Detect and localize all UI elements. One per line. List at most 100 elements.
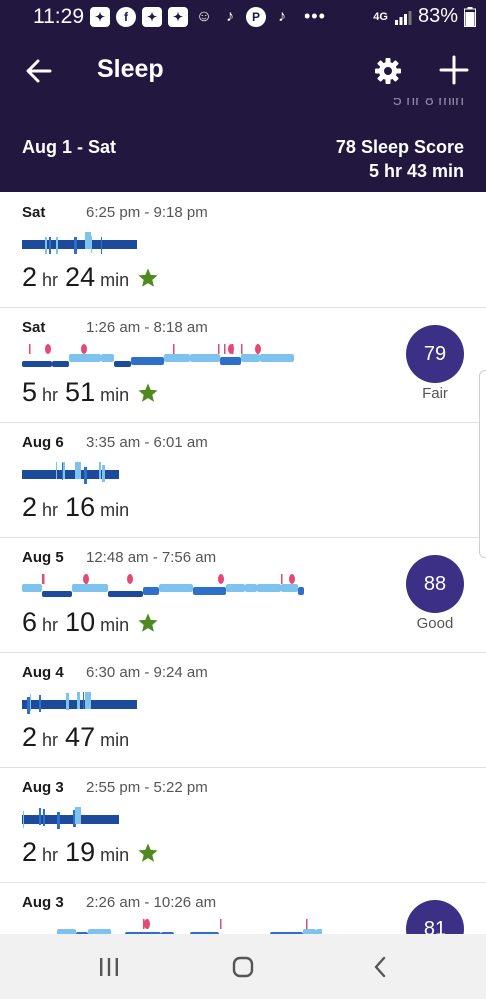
sleep-log-entry[interactable]: Aug 5 12:48 am - 7:56 am 6 hr 10 min 88 Good: [0, 537, 486, 653]
sleep-stage-segment: [159, 584, 193, 592]
sleep-score-label: Fair: [422, 385, 448, 402]
duration-hours-unit: hr: [42, 270, 59, 290]
sleep-stages-bar: [22, 344, 294, 367]
entry-duration: 6 hr 10 min: [22, 607, 159, 638]
entry-duration: 2 hr 19 min: [22, 837, 159, 868]
entry-duration: 5 hr 51 min: [22, 377, 159, 408]
entry-duration: 2 hr 47 min: [22, 722, 136, 753]
entry-time-range: 2:55 pm - 5:22 pm: [86, 779, 208, 796]
duration-minutes-unit: min: [100, 615, 130, 635]
sleep-stage-segment: [143, 587, 159, 595]
entry-day: Sat: [22, 319, 46, 336]
duration-minutes: 16: [65, 492, 96, 522]
status-right: 4G 83%: [373, 5, 476, 28]
sleep-stage-segment: [22, 361, 52, 367]
sleep-stage-segment: [101, 354, 114, 362]
duration-minutes: 47: [65, 722, 96, 752]
awake-marker: [86, 574, 88, 584]
sleep-stage-segment: [226, 584, 245, 592]
duration-minutes-unit: min: [100, 500, 130, 520]
entry-day: Aug 3: [22, 894, 64, 911]
entry-duration: 2 hr 16 min: [22, 492, 136, 523]
plus-icon[interactable]: [438, 54, 470, 86]
sleep-log-entry[interactable]: Aug 3 2:55 pm - 5:22 pm 2 hr 19 min: [0, 767, 486, 883]
awake-marker: [220, 919, 222, 929]
sleep-log-entry[interactable]: Sat 6:25 pm - 9:18 pm 2 hr 24 min: [0, 192, 486, 308]
awake-marker: [45, 344, 51, 354]
sleep-stage-segment: [298, 587, 304, 595]
fitbit-icon: ✦: [168, 6, 188, 27]
entry-day: Aug 4: [22, 664, 64, 681]
awake-marker: [81, 344, 87, 354]
entry-time-range: 6:30 am - 9:24 am: [86, 664, 208, 681]
fitbit-icon: ✦: [90, 6, 110, 27]
nav-back-icon[interactable]: [372, 956, 388, 978]
awake-marker: [241, 344, 243, 354]
duration-hours-unit: hr: [42, 845, 59, 865]
entry-time-range: 12:48 am - 7:56 am: [86, 549, 217, 566]
status-time: 11:29: [33, 5, 84, 28]
recent-apps-icon[interactable]: [98, 957, 120, 977]
sleep-stage-segment: [57, 812, 60, 829]
sleep-stages-bar: [57, 919, 322, 934]
duration-minutes-unit: min: [100, 845, 130, 865]
tiktok-icon: ♪: [226, 7, 234, 25]
sleep-stages-bar: [22, 807, 119, 829]
network-icon: 4G: [373, 10, 388, 23]
more-notifications-icon: •••: [304, 6, 326, 26]
duration-hours-unit: hr: [42, 730, 59, 750]
sleep-stage-segment: [220, 357, 241, 365]
duration-minutes-unit: min: [100, 270, 130, 290]
awake-marker: [147, 919, 149, 929]
home-icon[interactable]: [232, 956, 254, 978]
awake-marker: [232, 344, 234, 354]
scroll-indicator[interactable]: [479, 370, 486, 558]
sleep-stage-segment: [43, 809, 45, 826]
waze-icon: ☺: [195, 7, 213, 25]
sleep-log-list[interactable]: Sat 6:25 pm - 9:18 pm 2 hr 24 min Sat 1:26 am -…: [0, 192, 486, 934]
sleep-score-badge: 88: [406, 555, 464, 613]
sleep-score-label: Good: [416, 615, 454, 632]
duration-hours: 2: [22, 722, 38, 752]
sleep-stage-segment: [27, 697, 30, 714]
sleep-score-badge: 81: [406, 900, 464, 934]
sleep-stage-segment: [22, 584, 42, 592]
duration-minutes: 51: [65, 377, 96, 407]
entry-day: Sat: [22, 204, 46, 221]
system-navigation-bar: [0, 934, 486, 999]
sleep-log-entry[interactable]: Aug 6 3:35 am - 6:01 am 2 hr 16 min: [0, 422, 486, 538]
sleep-summary: 5 hr 8 min Aug 1 - Sat 78 Sleep Score 5 …: [0, 98, 486, 192]
sleep-stage-segment: [102, 465, 105, 482]
sleep-stage-segment: [69, 354, 101, 362]
entry-time-range: 1:26 am - 8:18 am: [86, 319, 208, 336]
sleep-log-entry[interactable]: Aug 3 2:26 am - 10:26 am 81: [0, 882, 486, 934]
awake-marker: [218, 574, 224, 584]
arrow-left-icon[interactable]: [24, 56, 54, 86]
sleep-stage-segment: [72, 584, 108, 592]
awake-marker: [289, 574, 295, 584]
sleep-stage-segment: [164, 354, 190, 362]
awake-marker: [224, 344, 226, 354]
sleep-stage-segment: [39, 695, 41, 712]
sleep-stage-segment: [66, 693, 69, 710]
sleep-log-entry[interactable]: Sat 1:26 am - 8:18 am 5 hr 51 min 79 Fair: [0, 307, 486, 423]
awake-marker: [127, 574, 133, 584]
sleep-stage-segment: [56, 237, 58, 254]
sleep-stage-segment: [241, 354, 260, 362]
sleep-stage-segment: [74, 237, 77, 254]
status-bar: 11:29 ✦ f ✦ ✦ ☺ ♪ P ♪ ••• 4G 83%: [0, 0, 486, 34]
summary-duration: 5 hr 43 min: [368, 161, 464, 181]
duration-hours: 2: [22, 837, 38, 867]
sleep-stage-segment: [193, 587, 226, 595]
sleep-log-entry[interactable]: Aug 4 6:30 am - 9:24 am 2 hr 47 min: [0, 652, 486, 768]
awake-marker: [43, 574, 45, 584]
duration-minutes: 10: [65, 607, 96, 637]
sleep-stage-segment: [257, 584, 281, 592]
sleep-stage-segment: [99, 462, 101, 479]
page-title: Sleep: [97, 55, 164, 83]
summary-date: Aug 1 - Sat: [22, 137, 117, 157]
entry-duration: 2 hr 24 min: [22, 262, 159, 293]
awake-marker: [281, 574, 283, 584]
awake-marker: [29, 344, 31, 354]
gear-icon[interactable]: [373, 56, 403, 86]
